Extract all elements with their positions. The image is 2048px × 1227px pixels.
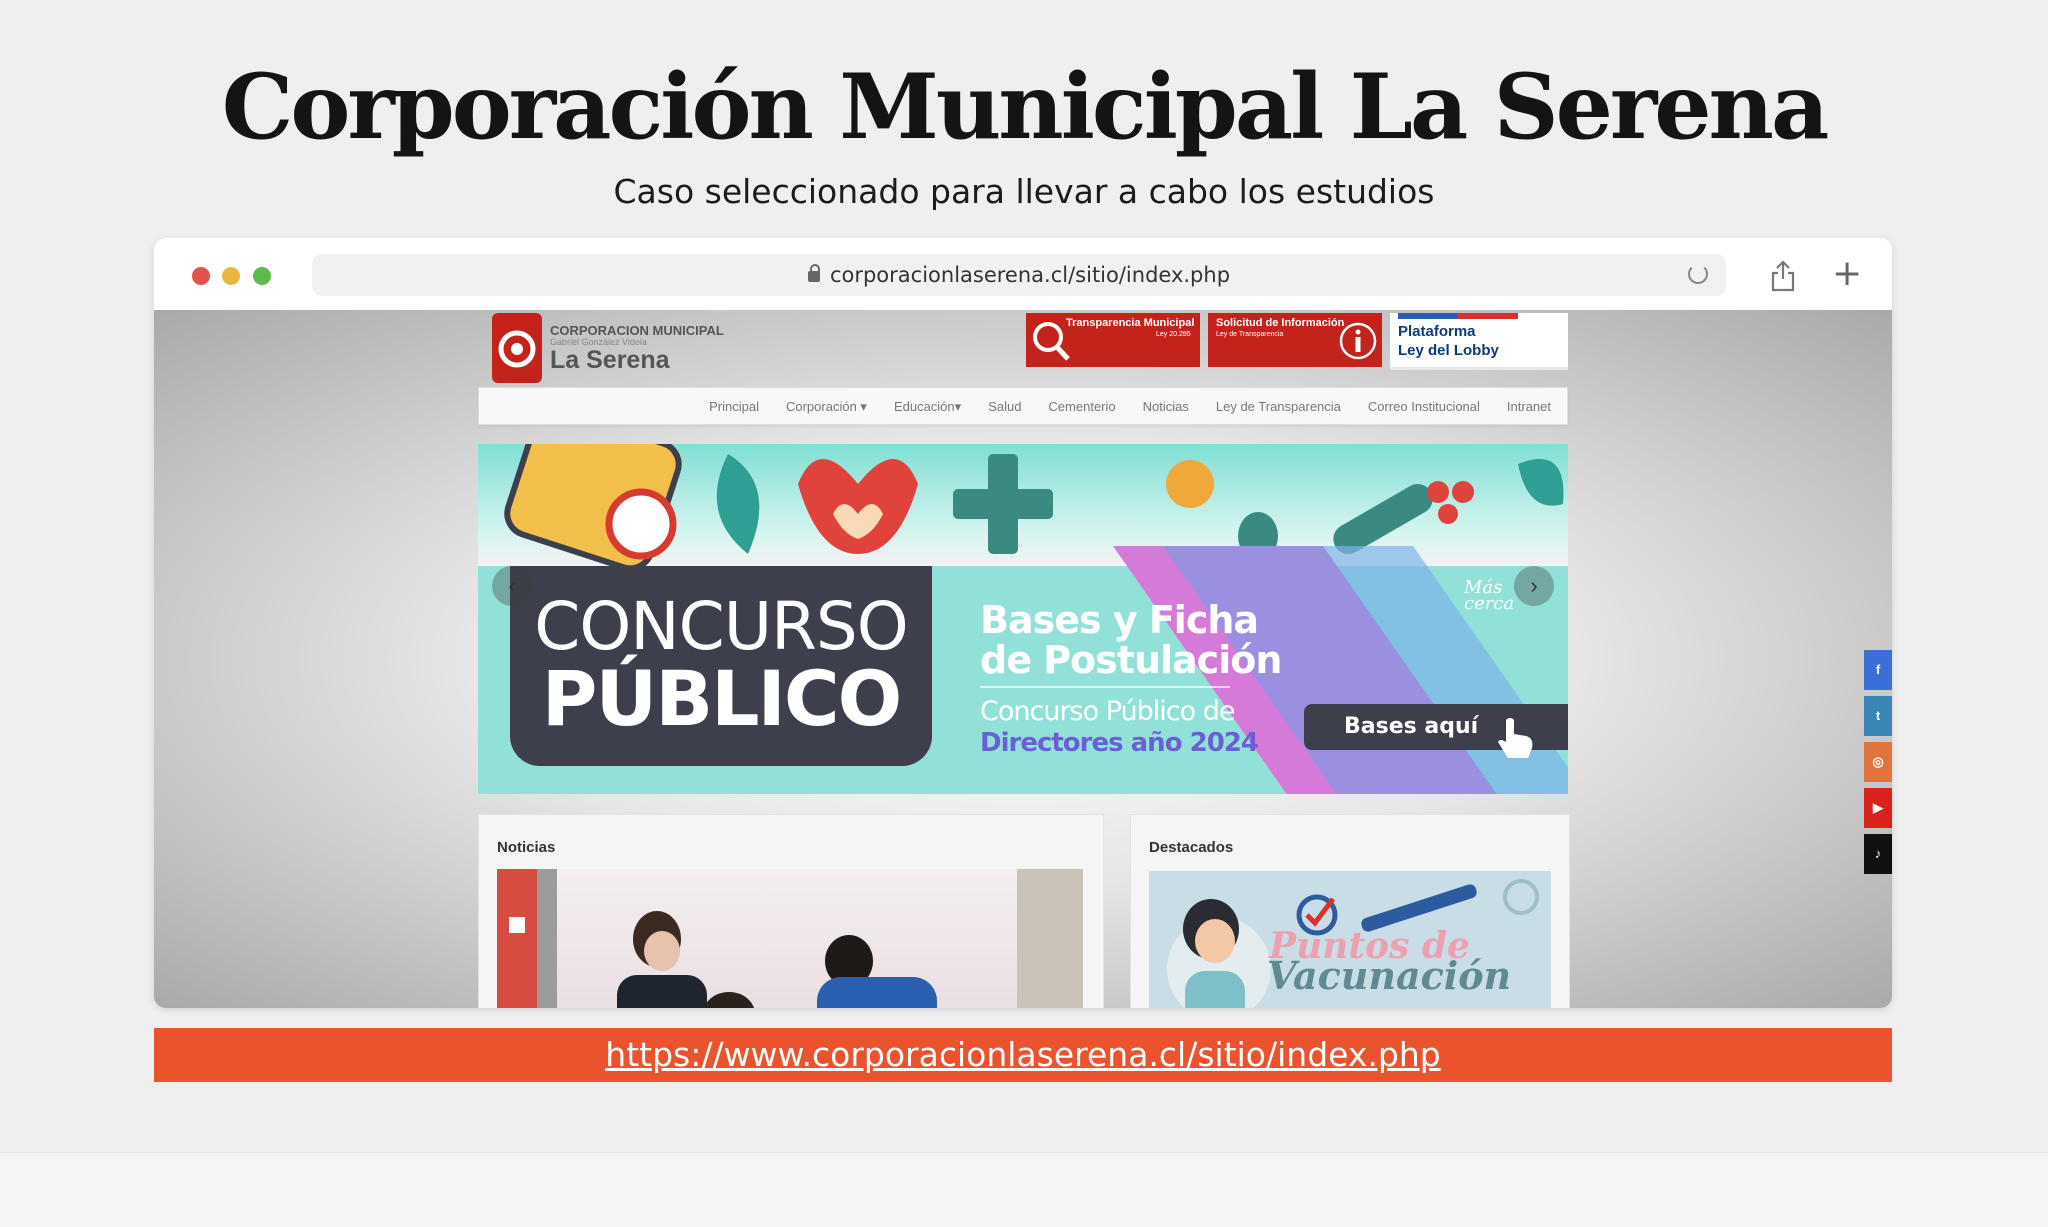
solicitud-label: Solicitud de Información [1216, 317, 1345, 329]
nav-cementerio[interactable]: Cementerio [1048, 399, 1115, 415]
bases-line-3: Concurso Público de [980, 696, 1235, 727]
banner-slide: CONCURSO PÚBLICO Bases y Ficha de Postul… [478, 546, 1568, 794]
website: CORPORACION MUNICIPAL Gabriel González V… [478, 310, 1570, 1008]
nav-intranet[interactable]: Intranet [1507, 399, 1551, 415]
address-url: corporacionlaserena.cl/sitio/index.php [829, 263, 1231, 287]
reload-icon[interactable] [1688, 264, 1708, 284]
page-viewport: CORPORACION MUNICIPAL Gabriel González V… [154, 310, 1892, 1008]
nav-corporacion[interactable]: Corporación ▾ [786, 399, 867, 415]
main-nav: Principal Corporación ▾ Educación▾ Salud… [478, 387, 1568, 425]
facebook-icon[interactable]: f [1864, 650, 1892, 690]
twitter-icon[interactable]: t [1864, 696, 1892, 736]
lobby-label: Plataforma [1398, 323, 1476, 340]
lobby-button[interactable]: Plataforma Ley del Lobby [1390, 313, 1568, 370]
zoom-window-button[interactable] [253, 267, 271, 285]
carousel-prev-icon[interactable]: ‹ [492, 566, 532, 606]
instagram-icon[interactable]: ◎ [1864, 742, 1892, 782]
site-link[interactable]: https://www.corporacionlaserena.cl/sitio… [605, 1035, 1440, 1074]
lock-icon [807, 264, 820, 282]
site-logo[interactable]: CORPORACION MUNICIPAL Gabriel González V… [492, 313, 724, 383]
brand-line-2: cerca [1464, 593, 1515, 614]
youtube-icon[interactable]: ▶ [1864, 788, 1892, 828]
share-icon[interactable] [1770, 260, 1796, 292]
bases-divider [980, 686, 1230, 688]
news-card: Noticias [478, 814, 1104, 1008]
footer-strip [0, 1152, 2048, 1227]
transparencia-label: Transparencia Municipal [1066, 317, 1195, 329]
news-title: Noticias [497, 839, 556, 856]
bases-line-1: Bases y Ficha [980, 598, 1259, 642]
bases-aqui-label: Bases aquí [1344, 714, 1479, 739]
hand-pointer-icon [1498, 718, 1533, 758]
concurso-line-2: PÚBLICO [541, 654, 902, 743]
hero-carousel[interactable]: CONCURSO PÚBLICO Bases y Ficha de Postul… [478, 444, 1568, 794]
info-icon [1339, 322, 1377, 360]
concurso-box: CONCURSO PÚBLICO [510, 566, 932, 766]
featured-title: Destacados [1149, 839, 1234, 856]
close-window-button[interactable] [192, 267, 210, 285]
address-bar[interactable]: corporacionlaserena.cl/sitio/index.php [312, 254, 1726, 296]
transparencia-sublabel: Ley 20.285 [1156, 331, 1191, 338]
bases-line-2: de Postulación [980, 638, 1282, 682]
logo-line-1: CORPORACION MUNICIPAL [550, 323, 724, 338]
nav-educacion[interactable]: Educación▾ [894, 399, 961, 415]
nav-correo[interactable]: Correo Institucional [1368, 399, 1480, 415]
browser-titlebar: corporacionlaserena.cl/sitio/index.php + [154, 238, 1892, 310]
featured-banner[interactable]: Puntos de Vacunación [1149, 871, 1551, 1008]
new-tab-icon[interactable]: + [1832, 256, 1862, 292]
solicitud-button[interactable]: Solicitud de Información Ley de Transpar… [1208, 313, 1382, 367]
nav-salud[interactable]: Salud [988, 399, 1021, 415]
news-photo-image [497, 869, 1083, 1008]
bases-line-4: Directores año 2024 [980, 728, 1259, 758]
nav-noticias[interactable]: Noticias [1143, 399, 1189, 415]
bases-aqui-button[interactable]: Bases aquí [1304, 704, 1568, 758]
logo-line-3: La Serena [550, 346, 670, 374]
logo-mark-icon [492, 313, 542, 383]
nav-principal[interactable]: Principal [709, 399, 759, 415]
slide-subtitle: Caso seleccionado para llevar a cabo los… [613, 172, 1435, 211]
flag-stripe [1398, 313, 1518, 319]
url-banner: https://www.corporacionlaserena.cl/sitio… [154, 1028, 1892, 1082]
nav-ley-transparencia[interactable]: Ley de Transparencia [1216, 399, 1341, 415]
minimize-window-button[interactable] [222, 267, 240, 285]
transparencia-button[interactable]: Transparencia Municipal Ley 20.285 [1026, 313, 1200, 367]
news-photo[interactable] [497, 869, 1083, 1008]
slide-title: Corporación Municipal La Serena [221, 54, 1830, 160]
lobby-sublabel: Ley del Lobby [1398, 342, 1499, 359]
featured-card: Destacados Puntos de Vacunación [1130, 814, 1570, 1008]
carousel-next-icon[interactable]: › [1514, 566, 1554, 606]
featured-line-2: Vacunación [1267, 953, 1512, 998]
browser-window: corporacionlaserena.cl/sitio/index.php +… [154, 238, 1892, 1008]
tiktok-icon[interactable]: ♪ [1864, 834, 1892, 874]
solicitud-sublabel: Ley de Transparencia [1216, 331, 1284, 338]
mas-cerca-logo: Más cerca [1464, 579, 1515, 614]
